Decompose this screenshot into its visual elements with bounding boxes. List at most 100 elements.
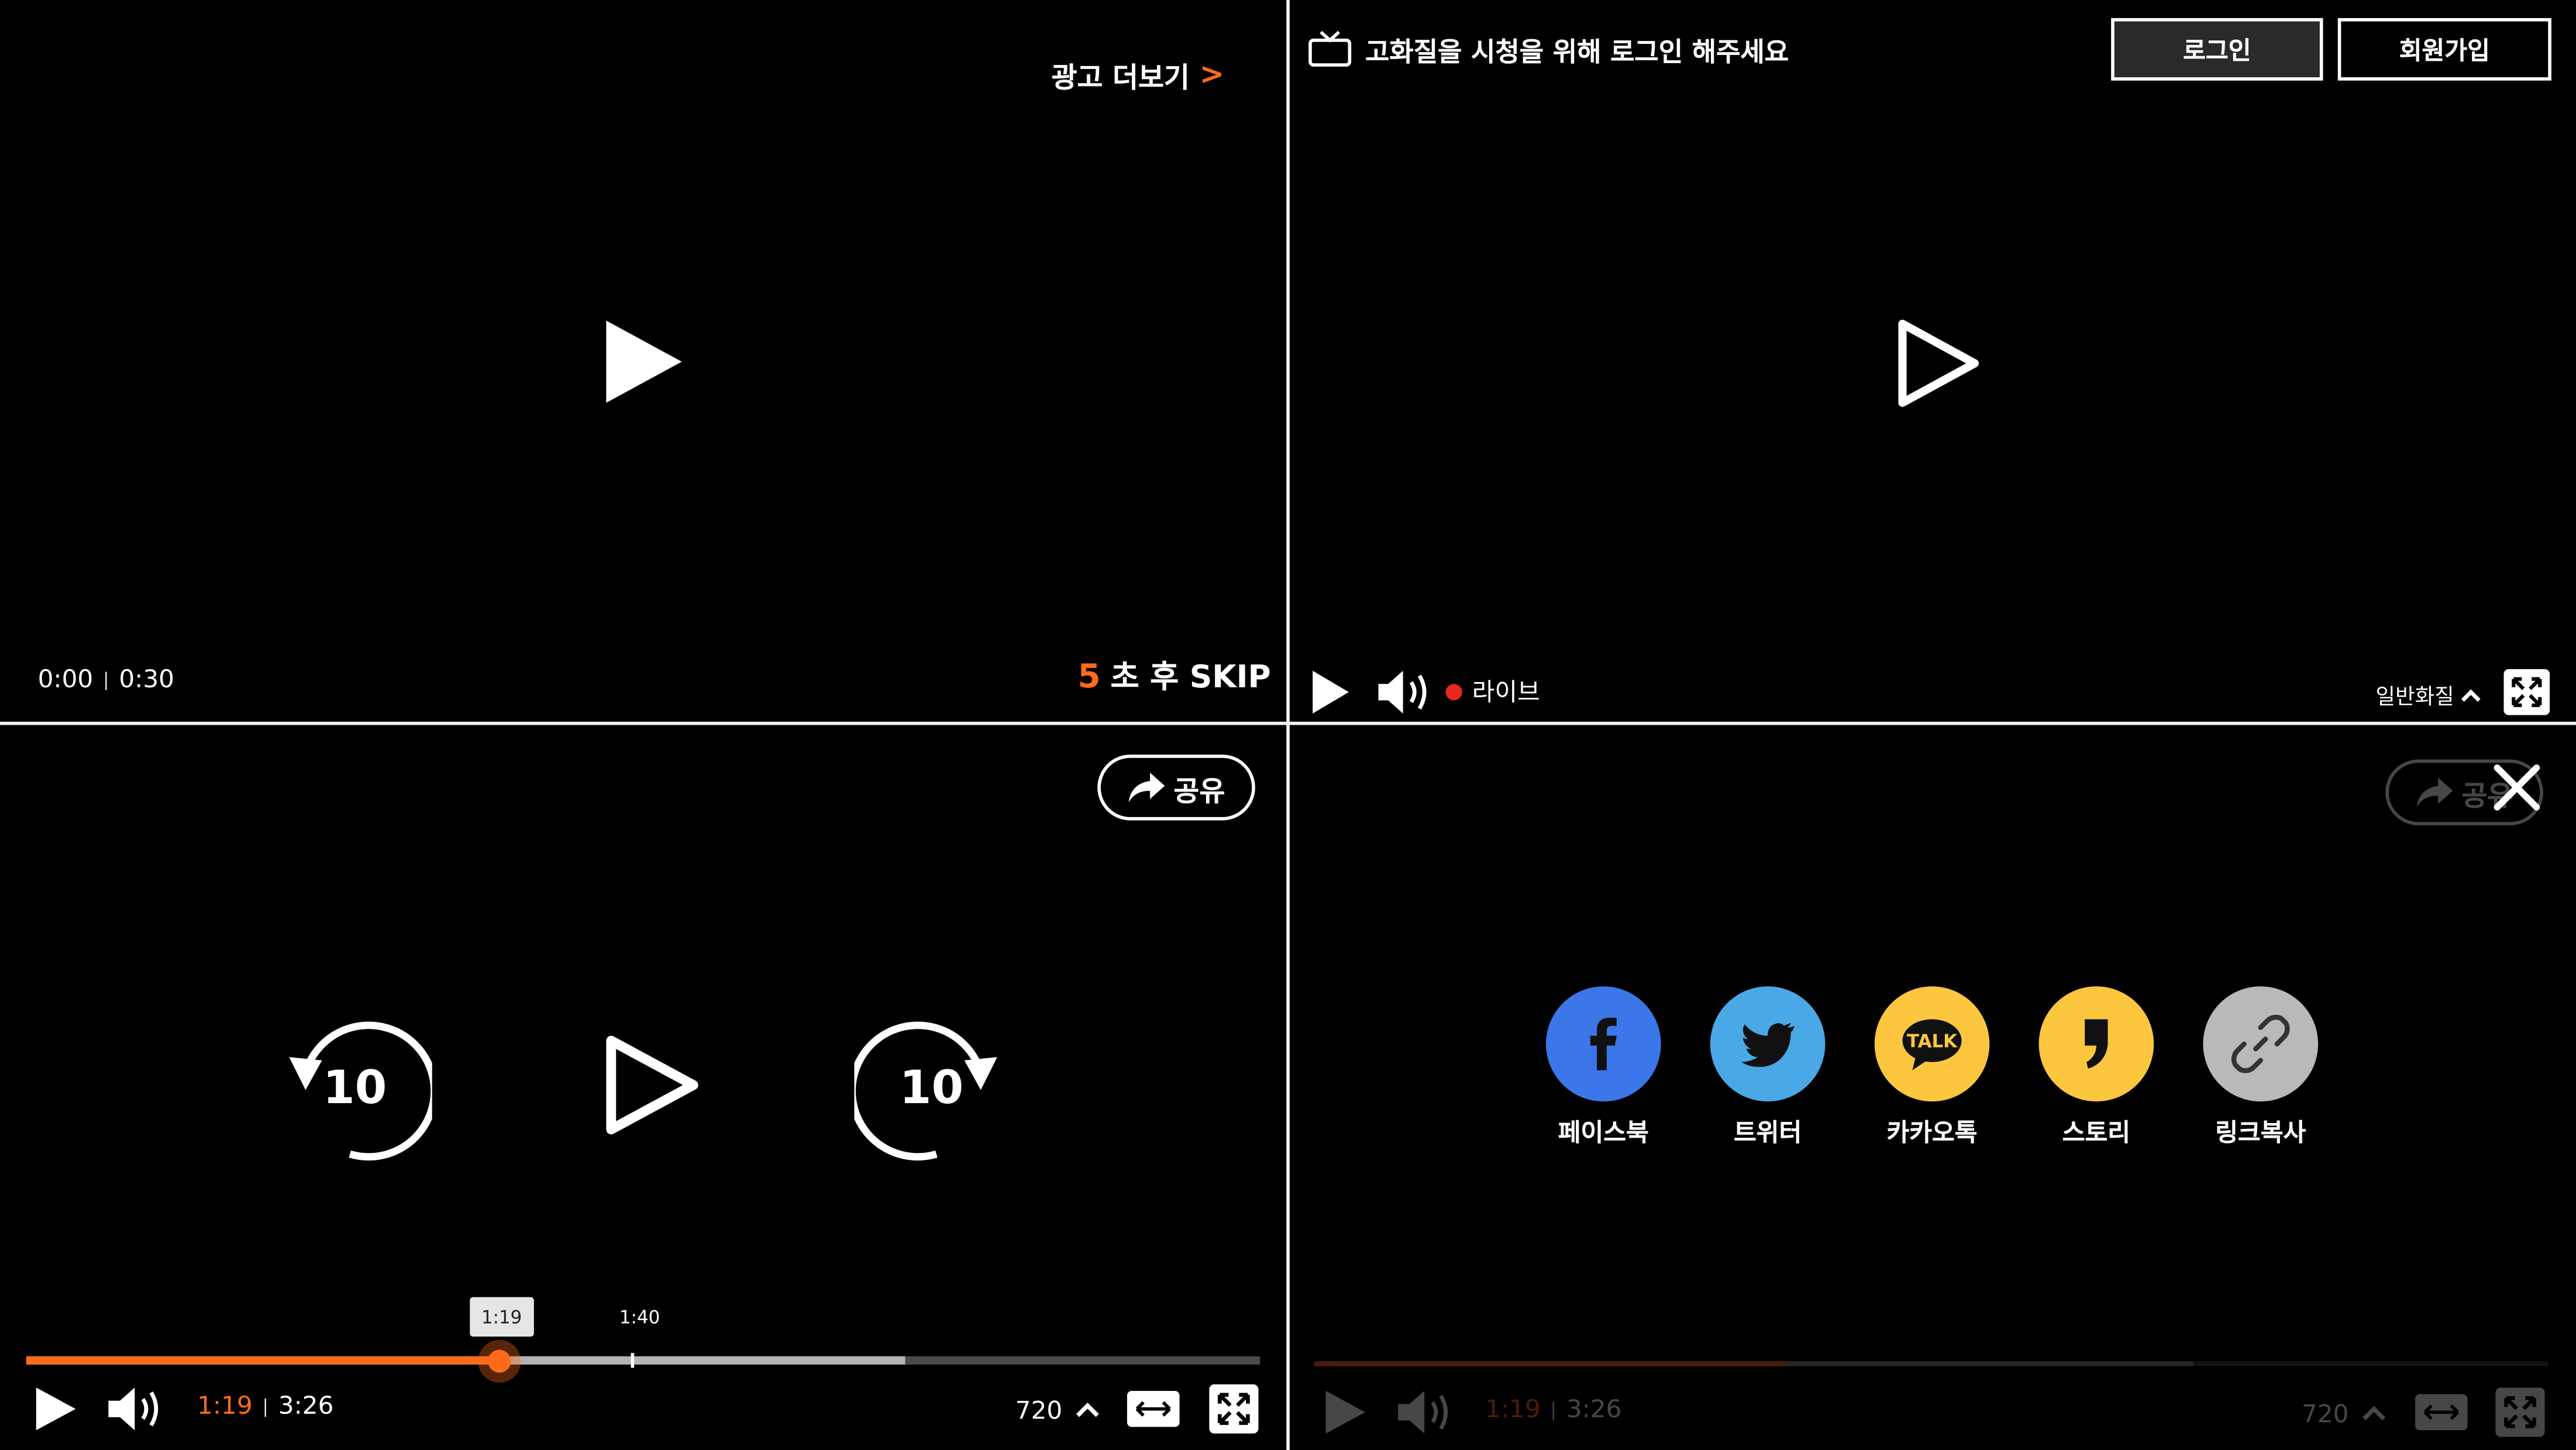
volume-button <box>1395 1387 1454 1437</box>
wide-screen-icon <box>2415 1394 2468 1431</box>
chevron-up-icon <box>2461 688 2481 701</box>
rewind-10-button[interactable]: 10 <box>276 1014 432 1162</box>
time-display: 1:19 | 3:26 <box>1485 1394 1621 1424</box>
center-play-button[interactable] <box>601 1031 703 1139</box>
volume-icon <box>1378 670 1427 714</box>
share-kakaotalk[interactable]: TALK 카카오톡 <box>1858 986 2006 1149</box>
close-share-button[interactable] <box>2491 761 2543 814</box>
live-label: 라이브 <box>1472 677 1540 707</box>
time-current: 1:19 <box>197 1390 253 1421</box>
share-label: 공유 <box>1173 775 1225 808</box>
progress-track <box>1314 1361 2549 1366</box>
time-separator: | <box>1550 1398 1556 1420</box>
live-play-small-button[interactable] <box>1310 667 1352 717</box>
wide-screen-icon <box>1127 1390 1180 1427</box>
current-time-tooltip: 1:19 <box>470 1297 533 1337</box>
chevron-up-icon <box>2363 1406 2386 1421</box>
time-display: 1:19 | 3:26 <box>197 1391 333 1421</box>
quality-value: 720 <box>2301 1399 2349 1429</box>
share-item-label: 카카오톡 <box>1886 1118 1978 1148</box>
login-message: 고화질을 시청을 위해 로그인 해주세요 <box>1365 36 1789 68</box>
play-icon <box>1325 1390 1366 1434</box>
live-play-button[interactable] <box>1893 314 1985 413</box>
share-kakaostory[interactable]: 스토리 <box>2023 986 2171 1149</box>
ad-more-link[interactable]: 광고 더보기 > <box>1052 54 1225 95</box>
time-separator: | <box>262 1394 268 1417</box>
progress-track[interactable] <box>26 1353 1261 1368</box>
skip-text: 초 후 SKIP <box>1110 659 1271 695</box>
play-icon <box>1313 670 1349 714</box>
quality-toggle <box>2361 1403 2387 1423</box>
wide-mode-button[interactable] <box>1127 1390 1180 1427</box>
fullscreen-icon <box>2503 669 2550 715</box>
share-item-label: 트위터 <box>1734 1118 1802 1148</box>
ad-play-button[interactable] <box>603 317 685 406</box>
forward-seconds: 10 <box>900 1060 963 1114</box>
share-item-label: 링크복사 <box>2215 1118 2306 1148</box>
tv-icon <box>1308 30 1352 67</box>
share-copy-link[interactable]: 링크복사 <box>2186 986 2334 1149</box>
play-icon <box>606 321 682 403</box>
close-icon <box>2494 764 2540 811</box>
hover-time-tooltip: 1:40 <box>619 1306 660 1328</box>
live-dot <box>1445 683 1462 700</box>
live-fullscreen-button[interactable] <box>2503 669 2550 715</box>
share-button[interactable]: 공유 <box>1097 755 1255 821</box>
chevron-right-icon: > <box>1199 57 1225 92</box>
played-bar <box>1314 1361 1787 1366</box>
play-button[interactable] <box>33 1384 79 1434</box>
rewind-10-icon: 10 <box>289 1021 432 1161</box>
kakaotalk-icon: TALK <box>1874 986 1990 1102</box>
quality-label: 일반화질 <box>2375 686 2454 711</box>
time-total: 3:26 <box>278 1390 334 1421</box>
share-arrow-icon <box>1129 773 1166 803</box>
horizontal-divider <box>0 721 2576 725</box>
volume-button[interactable] <box>105 1384 164 1434</box>
time-total: 3:26 <box>1566 1394 1622 1424</box>
kakaostory-icon <box>2038 986 2154 1102</box>
volume-icon <box>108 1387 159 1431</box>
play-icon <box>36 1387 76 1431</box>
live-indicator: 라이브 <box>1445 674 1540 708</box>
share-item-label: 스토리 <box>2062 1118 2131 1148</box>
progress-knob[interactable] <box>477 1339 521 1383</box>
share-item-label: 페이스북 <box>1558 1118 1649 1148</box>
ad-more-label: 광고 더보기 <box>1051 62 1190 96</box>
quality-selector[interactable]: 일반화질 <box>2375 679 2482 710</box>
play-icon <box>606 1035 698 1135</box>
play-icon <box>1898 319 1979 407</box>
login-button[interactable]: 로그인 <box>2111 18 2323 81</box>
share-twitter[interactable]: 트위터 <box>1694 986 1842 1149</box>
quality-toggle[interactable] <box>1075 1399 1101 1419</box>
ad-time-display: 0:00 | 0:30 <box>38 664 174 694</box>
fullscreen-icon <box>1209 1384 1259 1434</box>
fullscreen-button[interactable] <box>1209 1384 1259 1434</box>
forward-10-icon: 10 <box>854 1021 997 1161</box>
facebook-icon <box>1545 986 1661 1102</box>
player-grid: 광고 더보기 > 0:00 | 0:30 5 초 후 SKIP 고화질을 시청을… <box>0 0 2576 1450</box>
skip-countdown[interactable]: 5 초 후 SKIP <box>1078 653 1271 697</box>
fullscreen-button <box>2495 1387 2545 1437</box>
live-volume-button[interactable] <box>1375 667 1431 717</box>
skip-count: 5 <box>1077 656 1101 695</box>
wide-mode-button <box>2415 1394 2468 1431</box>
hover-marker <box>631 1353 635 1368</box>
fullscreen-icon <box>2495 1387 2545 1437</box>
time-separator: | <box>103 668 109 690</box>
share-facebook[interactable]: 페이스북 <box>1530 986 1678 1149</box>
play-button <box>1323 1387 1369 1437</box>
login-prompt: 고화질을 시청을 위해 로그인 해주세요 <box>1308 30 1789 69</box>
ad-time-total: 0:30 <box>119 664 174 694</box>
twitter-icon <box>1710 986 1826 1102</box>
share-arrow-icon <box>2417 777 2454 808</box>
ad-time-current: 0:00 <box>37 664 94 694</box>
quality-value[interactable]: 720 <box>1015 1396 1062 1425</box>
played-bar <box>26 1356 499 1365</box>
link-icon <box>2203 986 2319 1102</box>
rewind-seconds: 10 <box>323 1060 387 1114</box>
chevron-up-icon <box>1076 1402 1099 1417</box>
time-current: 1:19 <box>1485 1394 1541 1424</box>
svg-text:TALK: TALK <box>1907 1031 1958 1052</box>
forward-10-button[interactable]: 10 <box>854 1014 1011 1162</box>
signup-button[interactable]: 회원가입 <box>2337 18 2551 81</box>
